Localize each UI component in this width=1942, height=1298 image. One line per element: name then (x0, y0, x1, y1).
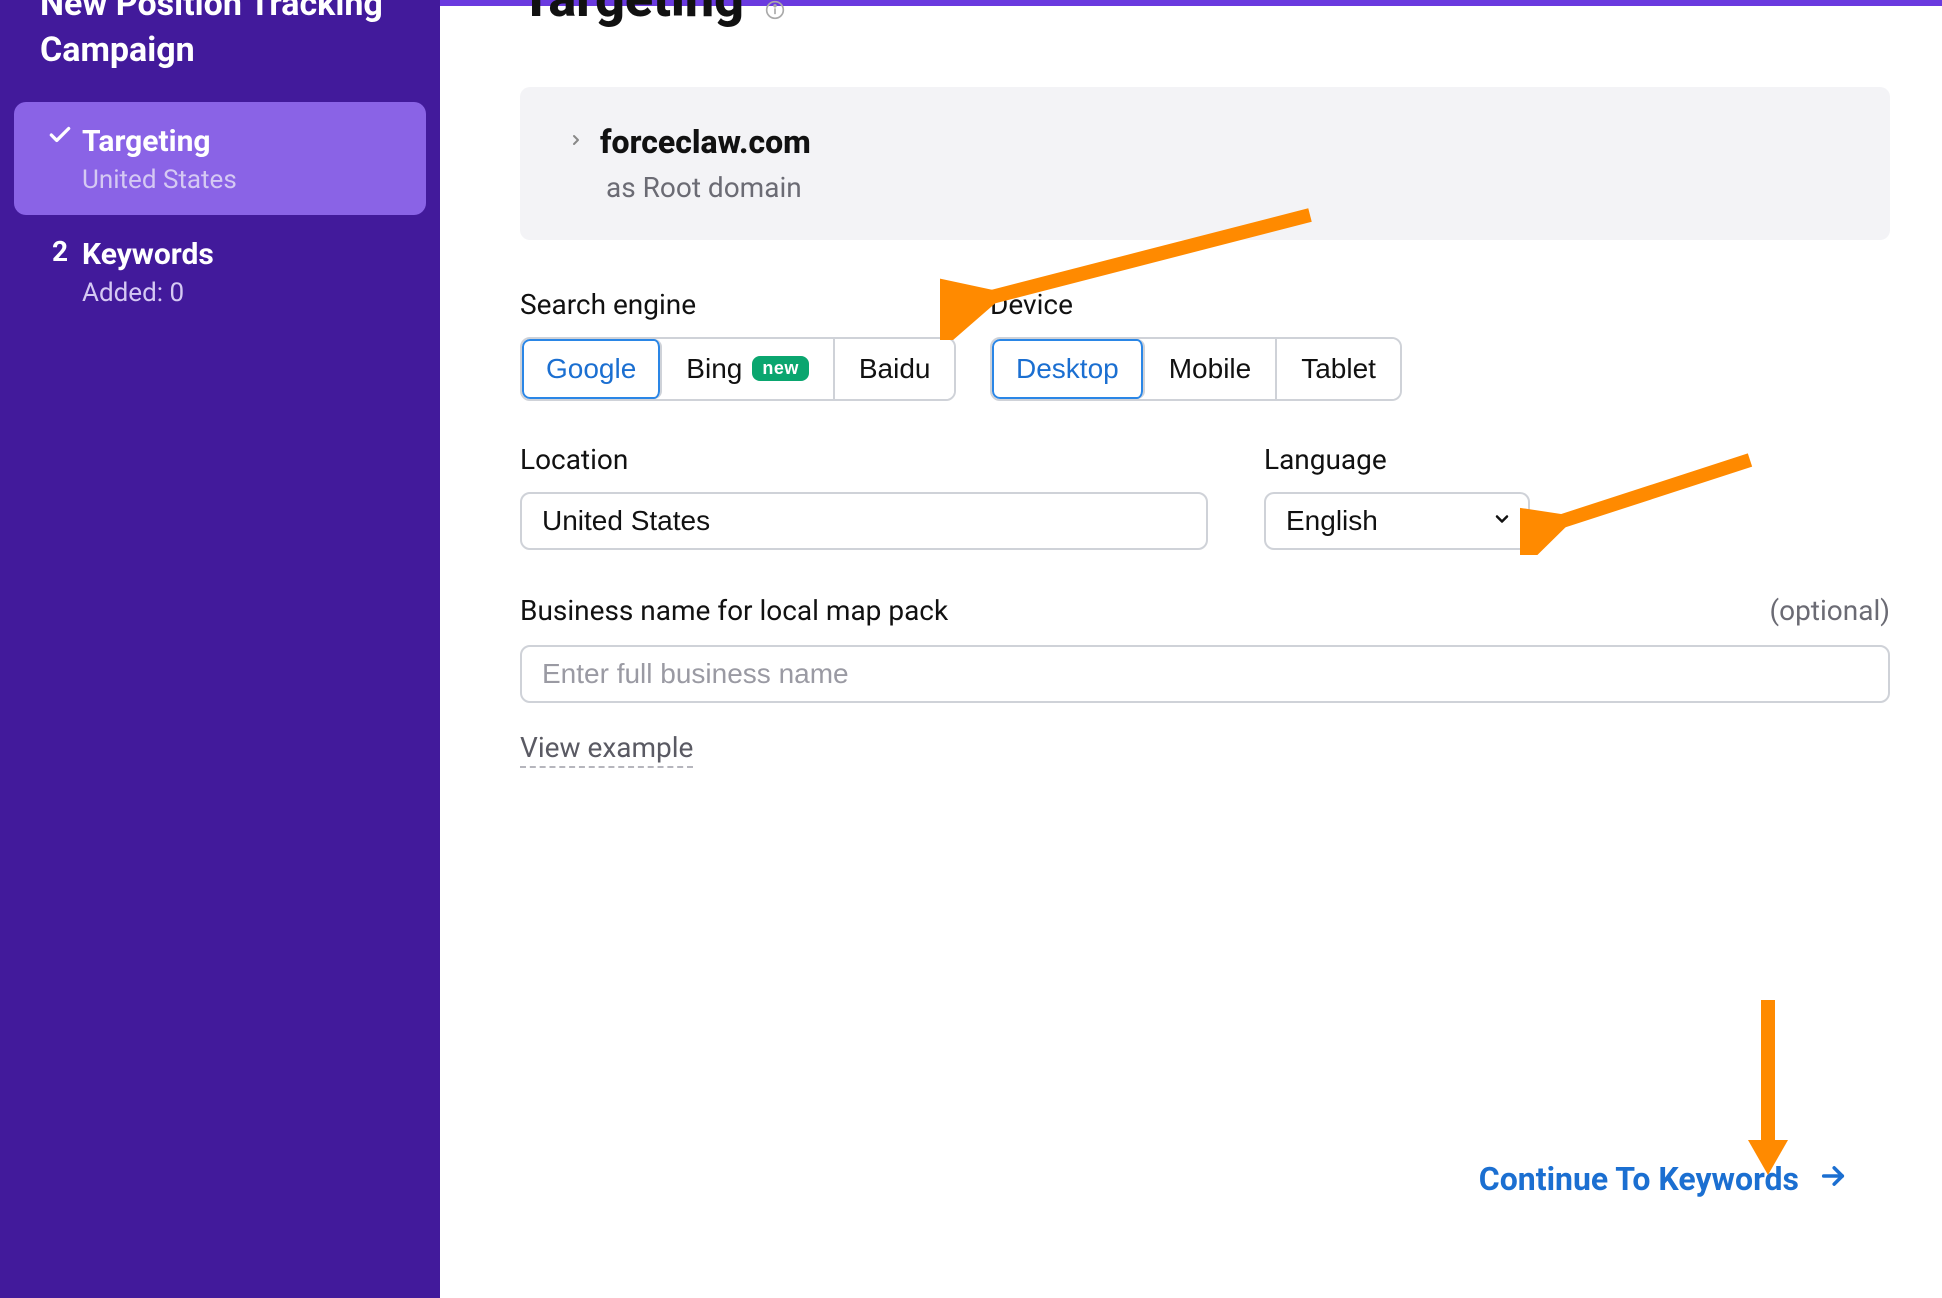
step-label: Targeting (82, 122, 402, 161)
page-title: Targeting (520, 0, 1862, 33)
device-group: Desktop Mobile Tablet (990, 337, 1402, 401)
new-badge: new (752, 356, 809, 381)
step-label: Keywords (82, 235, 402, 274)
domain-name: forceclaw.com (600, 123, 811, 161)
chevron-right-icon (568, 129, 584, 154)
search-engine-bing[interactable]: Bing new (662, 339, 835, 399)
business-name-input[interactable] (520, 645, 1890, 703)
view-example-link[interactable]: View example (520, 731, 693, 768)
device-mobile[interactable]: Mobile (1145, 339, 1277, 399)
search-engine-baidu[interactable]: Baidu (835, 339, 955, 399)
step-sub: United States (82, 165, 402, 195)
step-targeting[interactable]: Targeting United States (14, 102, 426, 215)
continue-label: Continue To Keywords (1479, 1160, 1799, 1198)
device-desktop[interactable]: Desktop (992, 339, 1145, 399)
search-engine-bing-label: Bing (686, 353, 742, 385)
business-name-label: Business name for local map pack (520, 594, 948, 627)
device-tablet[interactable]: Tablet (1277, 339, 1400, 399)
step-sub: Added: 0 (82, 278, 402, 308)
device-label: Device (990, 288, 1460, 321)
main-panel: Targeting forceclaw.com as Root domain S… (440, 0, 1942, 1298)
check-icon (38, 122, 82, 148)
wizard-sidebar: New Position Tracking Campaign Targeting… (0, 0, 440, 1298)
page-title-text: Targeting (520, 0, 744, 29)
domain-summary[interactable]: forceclaw.com as Root domain (520, 87, 1890, 240)
location-input[interactable] (520, 492, 1208, 550)
sidebar-title: New Position Tracking Campaign (0, 0, 440, 74)
optional-label: (optional) (1770, 594, 1890, 627)
step-list: Targeting United States 2 Keywords Added… (0, 102, 440, 328)
step-number: 2 (38, 235, 82, 268)
continue-to-keywords-button[interactable]: Continue To Keywords (1479, 1160, 1847, 1198)
language-label: Language (1264, 443, 1574, 476)
step-keywords[interactable]: 2 Keywords Added: 0 (14, 215, 426, 328)
search-engine-group: Google Bing new Baidu (520, 337, 956, 401)
location-label: Location (520, 443, 1240, 476)
domain-type: as Root domain (606, 171, 1842, 204)
info-icon[interactable] (765, 0, 785, 33)
search-engine-label: Search engine (520, 288, 990, 321)
language-select[interactable] (1264, 492, 1530, 550)
arrow-right-icon (1819, 1160, 1847, 1198)
search-engine-google[interactable]: Google (522, 339, 662, 399)
